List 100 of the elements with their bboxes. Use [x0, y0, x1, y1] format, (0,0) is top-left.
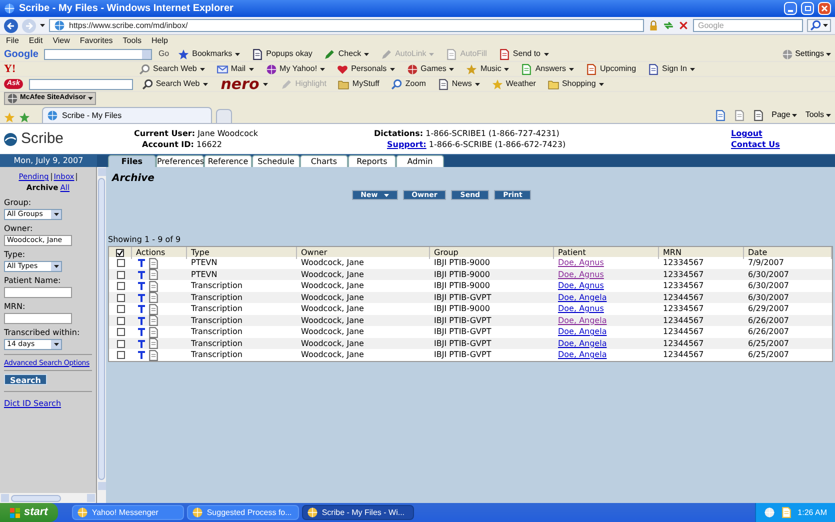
patient-link[interactable]: Doe, Angela [558, 338, 607, 348]
taskbar-button[interactable]: Scribe - My Files - Wi... [302, 505, 414, 520]
globe-icon [764, 507, 775, 518]
search-field[interactable]: Google [693, 19, 803, 32]
stop-icon[interactable] [678, 20, 689, 31]
toolbar-button[interactable]: MyStuff [335, 78, 382, 90]
toolbar-button[interactable]: Personals [334, 63, 398, 75]
patient-link[interactable]: Doe, Angela [558, 292, 607, 302]
menu-item[interactable]: View [52, 35, 70, 47]
lock-icon [648, 20, 659, 31]
toolbar-button[interactable]: Upcoming [583, 63, 640, 75]
toolbar-button[interactable]: Bookmarks [175, 48, 244, 60]
text-field[interactable] [4, 286, 72, 298]
toolbar-button[interactable]: Check [321, 48, 372, 60]
toolbar-button[interactable]: Search Web [138, 78, 211, 90]
maximize-button[interactable] [801, 2, 814, 15]
row-checkbox[interactable] [116, 294, 124, 302]
nav-tab[interactable]: Reports [348, 155, 396, 167]
address-field[interactable]: https://www.scribe.com/md/inbox/ [49, 19, 644, 32]
patient-link[interactable]: Doe, Angela [558, 327, 607, 336]
header-link[interactable]: Logout [731, 128, 762, 139]
close-button[interactable] [818, 2, 831, 15]
nav-tab[interactable]: Schedule [252, 155, 300, 167]
nav-tab[interactable]: Preferences [156, 155, 204, 167]
row-checkbox[interactable] [116, 282, 124, 290]
toolbar-button[interactable]: My Yahoo! [262, 63, 328, 75]
menu-item[interactable]: Tools [122, 35, 142, 47]
table-cell-text: 6/30/2007 [747, 292, 790, 304]
heart-icon [337, 64, 348, 74]
patient-link[interactable]: Doe, Agnus [558, 258, 604, 267]
table-cell-text: Woodcock, Jane [300, 303, 365, 315]
dict-id-search-link[interactable]: Dict ID Search [4, 398, 62, 408]
toolbar-button[interactable]: Answers [518, 63, 578, 75]
caret-icon [823, 24, 828, 27]
toolbar-button[interactable]: Shopping [544, 78, 607, 90]
table-cell-text: IBJI PTIB-GVPT [433, 349, 492, 361]
taskbar-button[interactable]: Yahoo! Messenger [72, 505, 184, 520]
settings-button[interactable]: Settings [782, 48, 831, 60]
back-button[interactable] [4, 18, 18, 32]
select-all-checkbox[interactable] [116, 249, 124, 257]
table-cell-text: Transcription [190, 349, 244, 361]
nero-logo[interactable]: nero [216, 76, 272, 92]
row-checkbox[interactable] [116, 316, 124, 324]
patient-link[interactable]: Doe, Angela [558, 316, 607, 324]
row-checkbox[interactable] [116, 259, 124, 267]
toolbar-button[interactable]: Search Web [136, 63, 208, 75]
refresh-icon[interactable] [663, 20, 674, 31]
header-link[interactable]: Contact Us [731, 139, 780, 150]
toolbar-button[interactable]: Games [404, 63, 458, 75]
vertical-scrollbar[interactable] [97, 167, 106, 503]
toolbar-button[interactable]: Popups okay [249, 48, 316, 60]
menu-item[interactable]: Favorites [80, 35, 113, 47]
toolbar-button[interactable]: Weather [488, 78, 539, 90]
nav-tab[interactable]: Files [108, 155, 156, 167]
yahoo-logo: Y! [4, 62, 17, 77]
menu-item[interactable]: File [6, 35, 19, 47]
command-button[interactable]: Page [772, 109, 798, 121]
page-icon [714, 110, 726, 120]
toolbar-button[interactable]: Send to [496, 48, 552, 60]
toolbar-button[interactable]: Music [463, 63, 512, 75]
table-cell-text: IBJI PTIB-9000 [433, 268, 491, 280]
go-button[interactable]: Go [158, 48, 170, 60]
start-button[interactable]: start [0, 503, 58, 522]
table-cell-text: IBJI PTIB-9000 [433, 280, 491, 292]
table-cell-text: Transcription [190, 280, 244, 292]
search-button[interactable]: Search [4, 374, 47, 384]
row-checkbox[interactable] [116, 305, 124, 313]
row-checkbox[interactable] [116, 351, 124, 359]
patient-link[interactable]: Doe, Agnus [558, 304, 604, 313]
row-checkbox[interactable] [116, 328, 124, 336]
caret-icon [384, 194, 389, 196]
browser-tab[interactable]: Scribe - My Files [42, 107, 212, 123]
toolbar-button[interactable]: Zoom [388, 78, 429, 90]
toolbar-button[interactable]: Sign In [645, 63, 698, 75]
table-cell-text: 6/25/2007 [747, 338, 790, 350]
google-logo: Google [4, 48, 38, 62]
caret-icon [248, 68, 254, 70]
ask-search-field[interactable] [28, 78, 133, 90]
nav-tab[interactable]: Reference [204, 155, 252, 167]
text-field[interactable] [4, 312, 72, 324]
search-button[interactable] [807, 19, 831, 32]
patient-link[interactable]: Doe, Agnus [558, 270, 604, 278]
nav-tab[interactable]: Charts [300, 155, 348, 167]
command-button[interactable]: Tools [805, 109, 831, 121]
menu-item[interactable]: Help [151, 35, 168, 47]
taskbar-button[interactable]: Suggested Process fo... [186, 505, 299, 520]
minimize-button[interactable] [784, 2, 797, 15]
toolbar-button[interactable]: Mail [214, 63, 257, 75]
patient-link[interactable]: Doe, Angela [558, 350, 607, 359]
nav-tab[interactable]: Admin [396, 155, 444, 167]
row-checkbox[interactable] [116, 270, 124, 278]
caret-icon [690, 68, 695, 70]
toolbar-button[interactable]: News [434, 78, 483, 90]
menu-item[interactable]: Edit [28, 35, 43, 47]
table-cell-text: 6/26/2007 [747, 314, 790, 326]
row-checkbox[interactable] [116, 340, 124, 348]
support-link[interactable]: Support: [387, 140, 426, 149]
patient-link[interactable]: Doe, Agnus [558, 281, 604, 290]
google-search-field[interactable] [44, 48, 152, 60]
horizontal-scrollbar[interactable] [0, 493, 96, 503]
